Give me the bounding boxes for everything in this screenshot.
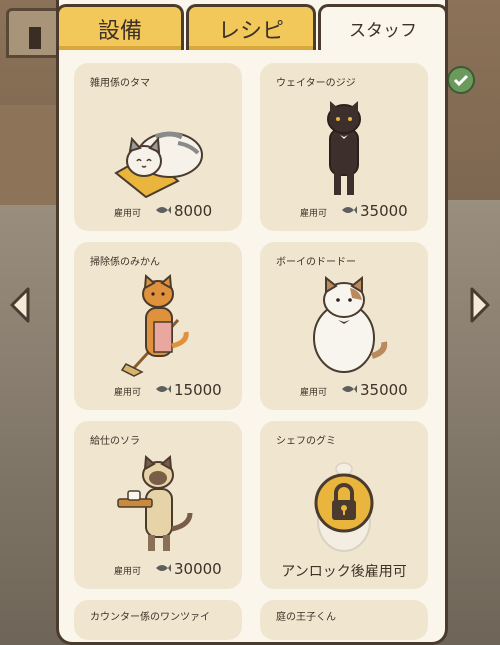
prev-arrow-button[interactable] [6, 285, 36, 325]
check-icon[interactable] [447, 66, 475, 94]
cat-on-mat-icon [114, 131, 203, 198]
black-cat-tuxedo-icon [327, 101, 361, 195]
staff-card-sora[interactable]: 給仕のソラ 雇用可 30000 [74, 421, 242, 589]
staff-name: 庭の王子くん [276, 612, 336, 623]
staff-name: カウンター係のワンツァイ [90, 612, 210, 623]
staff-name: 雑用係のタマ [90, 78, 150, 89]
staff-price: 8000 [174, 202, 213, 220]
unlock-hint: アンロック後雇用可 [281, 564, 407, 580]
staff-name: シェフのグミ [276, 436, 336, 447]
staff-card-counter[interactable]: カウンター係のワンツァイ [74, 600, 242, 640]
tab-staff[interactable]: スタッフ [318, 4, 448, 50]
hire-status: 雇用可 [300, 209, 328, 219]
staff-card-dodo[interactable]: ボーイのドードー 雇用可 35000 [260, 242, 428, 410]
staff-card-garden-prince[interactable]: 庭の王子くん [260, 600, 428, 640]
staff-price: 15000 [174, 381, 222, 399]
hire-status: 雇用可 [114, 388, 142, 398]
orange-cat-broom-icon [120, 273, 189, 377]
staff-name: ボーイのドードー [276, 257, 356, 268]
hire-status: 雇用可 [114, 209, 142, 219]
staff-name: 掃除係のみかん [90, 257, 160, 268]
staff-card-mikan[interactable]: 掃除係のみかん 雇用可 15000 [74, 242, 242, 410]
staff-card-tama[interactable]: 雑用係のタマ 雇用可 8000 [74, 63, 242, 231]
tab-bar: 設備 レシピ スタッフ [56, 4, 448, 52]
tab-equipment[interactable]: 設備 [56, 4, 184, 50]
staff-price: 35000 [360, 381, 408, 399]
hire-status: 雇用可 [114, 567, 142, 577]
staff-price: 35000 [360, 202, 408, 220]
fish-coin-icon [156, 206, 171, 214]
staff-name: ウェイターのジジ [276, 78, 356, 89]
staff-card-gumi-locked[interactable]: シェフのグミ アンロック後雇用可 [260, 421, 428, 589]
background-shelf [0, 105, 63, 205]
tab-recipes[interactable]: レシピ [186, 4, 316, 50]
hire-status: 雇用可 [300, 388, 328, 398]
fish-coin-icon [156, 564, 171, 572]
next-arrow-button[interactable] [464, 285, 494, 325]
staff-card-jiji[interactable]: ウェイターのジジ 雇用可 35000 [260, 63, 428, 231]
staff-name: 給仕のソラ [90, 436, 140, 447]
fish-coin-icon [156, 385, 171, 393]
staff-price: 30000 [174, 560, 222, 578]
siamese-cat-tray-icon [117, 454, 193, 551]
fluffy-white-cat-icon [313, 275, 388, 373]
lock-icon [314, 473, 374, 533]
fish-coin-icon [342, 385, 357, 393]
fish-coin-icon [342, 206, 357, 214]
